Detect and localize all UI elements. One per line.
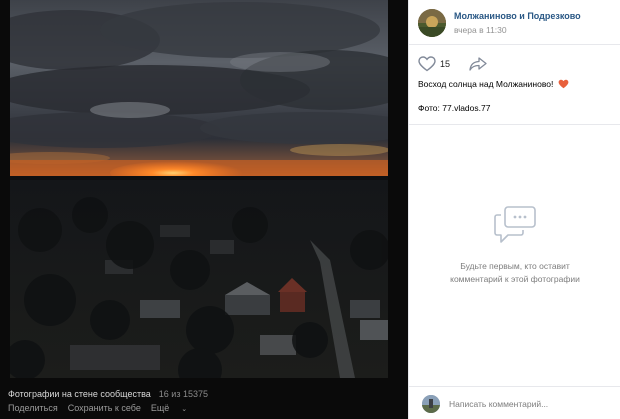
comments-icon bbox=[494, 206, 536, 243]
community-name-link[interactable]: Молжаниново и Подрезково bbox=[454, 11, 581, 21]
share-button[interactable]: Поделиться bbox=[8, 403, 58, 413]
share-arrow-icon[interactable] bbox=[469, 57, 487, 71]
sunset-photo-image bbox=[10, 0, 388, 378]
avatar-image bbox=[418, 9, 446, 37]
empty-comments-line1: Будьте первым, кто оставит bbox=[460, 261, 570, 271]
like-row: 15 bbox=[418, 56, 608, 74]
album-title-link[interactable]: Фотографии на стене сообщества bbox=[8, 389, 151, 399]
user-avatar-image bbox=[422, 395, 440, 413]
photo-credit: Фото: 77.vlados.77 bbox=[418, 103, 491, 113]
comment-composer bbox=[409, 386, 620, 419]
divider bbox=[409, 124, 620, 125]
photo-counter: 16 из 15375 bbox=[158, 389, 208, 399]
album-info: Фотографии на стене сообщества 16 из 1537… bbox=[8, 389, 208, 399]
post-caption: Восход солнца над Молжаниново! bbox=[418, 79, 569, 89]
caption-text: Восход солнца над Молжаниново! bbox=[418, 79, 554, 89]
author-header: Молжаниново и Подрезково вчера в 11:30 bbox=[409, 0, 620, 45]
info-pane: Молжаниново и Подрезково вчера в 11:30 1… bbox=[408, 0, 620, 419]
photo[interactable] bbox=[10, 0, 388, 378]
heart-icon[interactable] bbox=[418, 56, 436, 72]
orange-heart-icon bbox=[558, 79, 569, 89]
like-count: 15 bbox=[440, 59, 451, 69]
photo-actions: Поделиться Сохранить к себе Ещё ⌄ bbox=[8, 403, 207, 413]
post-date: вчера в 11:30 bbox=[454, 25, 507, 35]
chevron-down-icon: ⌄ bbox=[181, 406, 188, 413]
community-avatar[interactable] bbox=[418, 9, 446, 37]
empty-comments-line2: комментарий к этой фотографии bbox=[450, 274, 580, 284]
user-avatar bbox=[422, 395, 440, 413]
photo-footer: Фотографии на стене сообщества 16 из 1537… bbox=[0, 380, 408, 419]
photo-pane: Фотографии на стене сообщества 16 из 1537… bbox=[0, 0, 408, 419]
more-label: Ещё bbox=[150, 403, 170, 413]
photo-viewer: Фотографии на стене сообщества 16 из 1537… bbox=[0, 0, 620, 419]
save-to-profile-button[interactable]: Сохранить к себе bbox=[68, 403, 141, 413]
more-button[interactable]: Ещё ⌄ bbox=[151, 403, 197, 413]
comment-input[interactable] bbox=[449, 395, 613, 413]
empty-comments-message: Будьте первым, кто оставит комментарий к… bbox=[423, 260, 607, 286]
